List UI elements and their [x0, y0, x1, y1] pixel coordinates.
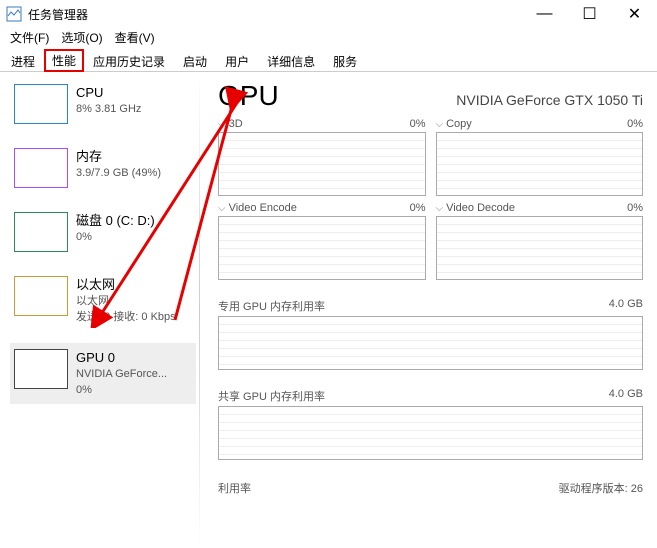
sidebar-item-memory[interactable]: 内存 3.9/7.9 GB (49%) [10, 142, 196, 194]
chart-decode-label: Video Decode [436, 202, 516, 214]
tab-users[interactable]: 用户 [216, 49, 258, 72]
tab-startup[interactable]: 启动 [174, 49, 216, 72]
dedicated-right: 4.0 GB [609, 298, 643, 314]
chart-video-decode[interactable]: Video Decode 0% [436, 202, 644, 280]
bottom-stats: 利用率 驱动程序版本: 26 [218, 480, 643, 496]
tab-app-history[interactable]: 应用历史记录 [84, 49, 174, 72]
dedicated-label: 专用 GPU 内存利用率 [218, 298, 325, 314]
gpu-thumb-icon [14, 349, 68, 389]
close-button[interactable]: ✕ [612, 0, 657, 28]
memory-label: 内存 [76, 148, 161, 166]
tab-services[interactable]: 服务 [324, 49, 366, 72]
main-panel: GPU NVIDIA GeForce GTX 1050 Ti 3D 0% Copy… [200, 72, 657, 548]
shared-right: 4.0 GB [609, 388, 643, 404]
gpu-label: GPU 0 [76, 349, 167, 367]
disk-thumb-icon [14, 212, 68, 252]
gpu-title: GPU [218, 80, 279, 112]
minimize-button[interactable]: — [522, 0, 567, 28]
bottom-right-val: 26 [631, 483, 643, 495]
ethernet-sub2: 发送: 0 接收: 0 Kbps [76, 310, 176, 325]
dedicated-gpu-section: 专用 GPU 内存利用率 4.0 GB [218, 298, 643, 370]
chart-decode-pct: 0% [627, 202, 643, 214]
chart-3d[interactable]: 3D 0% [218, 118, 426, 196]
gpu-model: NVIDIA GeForce GTX 1050 Ti [456, 92, 643, 108]
shared-label: 共享 GPU 内存利用率 [218, 388, 325, 404]
disk-sub: 0% [76, 230, 155, 245]
tab-details[interactable]: 详细信息 [258, 49, 324, 72]
menu-bar: 文件(F) 选项(O) 查看(V) [0, 28, 657, 48]
ethernet-thumb-icon [14, 276, 68, 316]
gpu-sub1: NVIDIA GeForce... [76, 367, 167, 382]
sidebar-item-cpu[interactable]: CPU 8% 3.81 GHz [10, 78, 196, 130]
sidebar-item-disk[interactable]: 磁盘 0 (C: D:) 0% [10, 206, 196, 258]
chart-copy-label: Copy [436, 118, 472, 130]
cpu-label: CPU [76, 84, 141, 102]
menu-options[interactable]: 选项(O) [55, 28, 108, 48]
shared-gpu-section: 共享 GPU 内存利用率 4.0 GB [218, 388, 643, 460]
chart-decode-graph [436, 216, 644, 280]
sidebar-item-ethernet[interactable]: 以太网 以太网 发送: 0 接收: 0 Kbps [10, 270, 196, 331]
maximize-button[interactable]: ☐ [567, 0, 612, 28]
chart-video-encode[interactable]: Video Encode 0% [218, 202, 426, 280]
chart-encode-pct: 0% [410, 202, 426, 214]
dedicated-graph [218, 316, 643, 370]
gpu-sub2: 0% [76, 383, 167, 398]
chart-copy[interactable]: Copy 0% [436, 118, 644, 196]
menu-view[interactable]: 查看(V) [109, 28, 161, 48]
tab-performance[interactable]: 性能 [44, 49, 84, 72]
cpu-sub: 8% 3.81 GHz [76, 102, 141, 117]
chart-3d-graph [218, 132, 426, 196]
cpu-thumb-icon [14, 84, 68, 124]
chart-copy-graph [436, 132, 644, 196]
sidebar: CPU 8% 3.81 GHz 内存 3.9/7.9 GB (49%) 磁盘 0… [0, 72, 200, 548]
tab-processes[interactable]: 进程 [2, 49, 44, 72]
chart-encode-label: Video Encode [218, 202, 297, 214]
memory-sub: 3.9/7.9 GB (49%) [76, 166, 161, 181]
menu-file[interactable]: 文件(F) [4, 28, 55, 48]
tabs: 进程 性能 应用历史记录 启动 用户 详细信息 服务 [0, 48, 657, 72]
bottom-left: 利用率 [218, 480, 251, 496]
memory-thumb-icon [14, 148, 68, 188]
disk-label: 磁盘 0 (C: D:) [76, 212, 155, 230]
ethernet-sub1: 以太网 [76, 294, 176, 309]
chart-copy-pct: 0% [627, 118, 643, 130]
bottom-right-label: 驱动程序版本: [559, 483, 628, 495]
app-icon [6, 6, 22, 22]
chart-encode-graph [218, 216, 426, 280]
chart-3d-label: 3D [218, 118, 243, 130]
window-title: 任务管理器 [28, 6, 522, 23]
chart-3d-pct: 0% [410, 118, 426, 130]
title-bar: 任务管理器 — ☐ ✕ [0, 0, 657, 28]
sidebar-item-gpu[interactable]: GPU 0 NVIDIA GeForce... 0% [10, 343, 196, 404]
ethernet-label: 以太网 [76, 276, 176, 294]
shared-graph [218, 406, 643, 460]
